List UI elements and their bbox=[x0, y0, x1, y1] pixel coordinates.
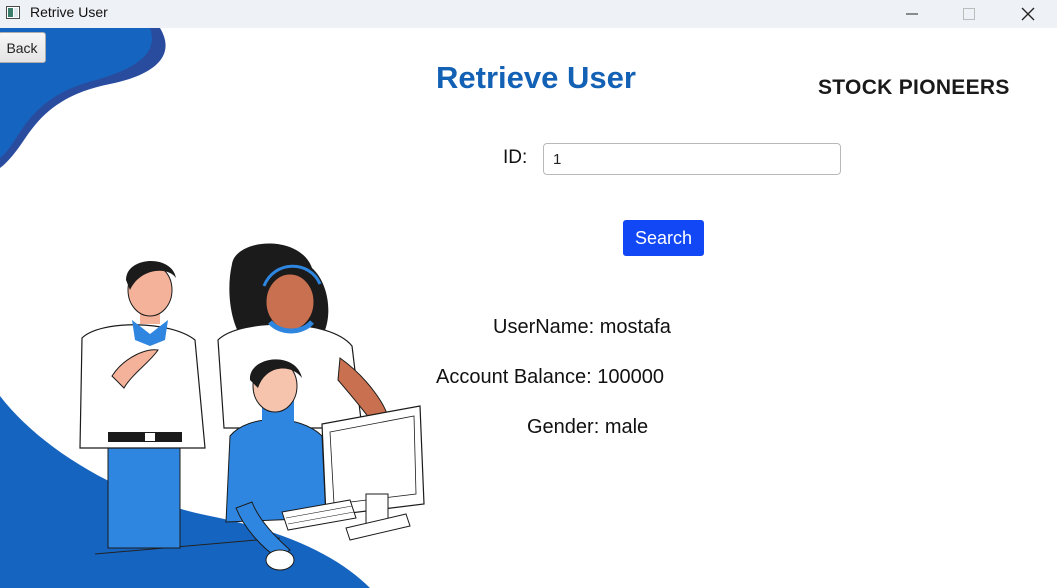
account-balance-result: Account Balance: 100000 bbox=[436, 366, 664, 388]
decorative-illustration bbox=[0, 28, 425, 588]
maximize-icon bbox=[963, 8, 975, 20]
username-result: UserName: mostafa bbox=[493, 316, 671, 338]
close-icon bbox=[1021, 7, 1035, 21]
page-title: Retrieve User bbox=[436, 60, 636, 95]
maximize-button[interactable] bbox=[946, 0, 992, 28]
gender-result: Gender: male bbox=[527, 416, 649, 438]
close-button[interactable] bbox=[1005, 0, 1051, 28]
id-input[interactable] bbox=[543, 143, 841, 175]
back-button[interactable]: Back bbox=[0, 32, 46, 63]
window-titlebar: Retrive User bbox=[0, 0, 1057, 28]
minimize-button[interactable] bbox=[889, 0, 935, 28]
window-title: Retrive User bbox=[30, 4, 108, 20]
app-icon bbox=[6, 6, 20, 19]
minimize-icon bbox=[906, 13, 918, 15]
window-client: Back Retrieve User STOCK PIONEERS ID: Se… bbox=[0, 28, 1057, 588]
brand-name: STOCK PIONEERS bbox=[818, 76, 1010, 99]
woman-curly-figure bbox=[217, 243, 389, 429]
search-button[interactable]: Search bbox=[623, 220, 704, 256]
id-label: ID: bbox=[503, 147, 528, 168]
